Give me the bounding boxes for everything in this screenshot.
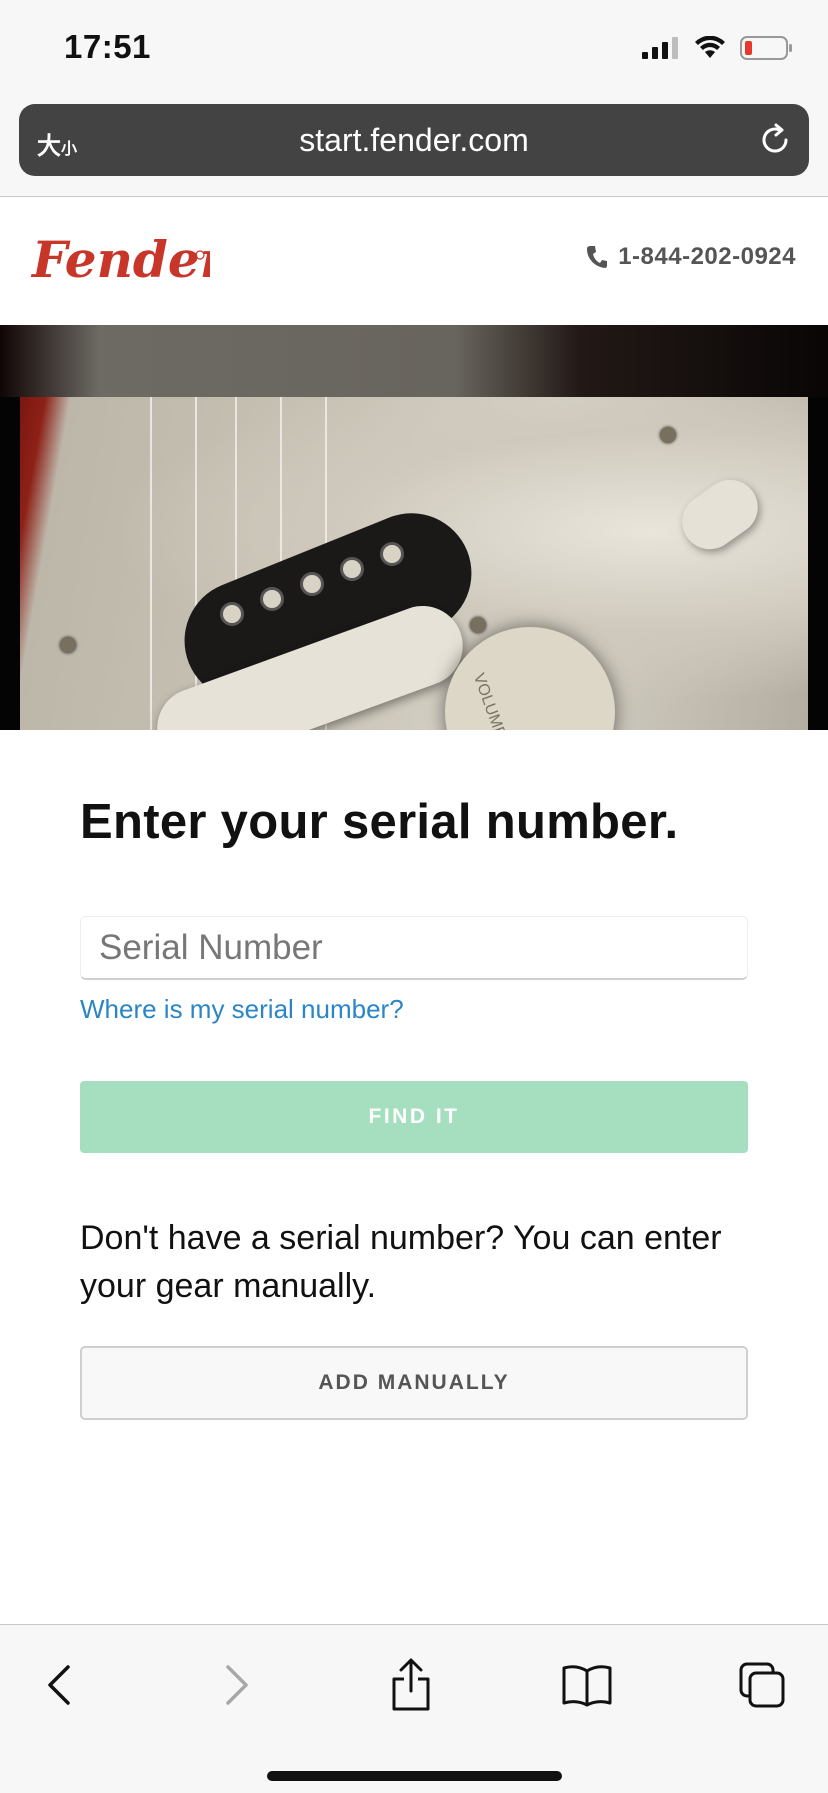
switch-tip bbox=[671, 469, 769, 560]
bookmarks-button[interactable] bbox=[552, 1655, 622, 1715]
serial-help-link[interactable]: Where is my serial number? bbox=[80, 994, 404, 1025]
hero-photo: VOLUME bbox=[20, 397, 808, 730]
wifi-icon bbox=[695, 36, 725, 58]
address-bar[interactable]: 大小 start.fender.com bbox=[19, 104, 809, 176]
status-time: 17:51 bbox=[64, 28, 151, 65]
tabs-button[interactable] bbox=[727, 1655, 797, 1715]
home-indicator[interactable] bbox=[267, 1771, 562, 1781]
back-icon bbox=[48, 1665, 70, 1705]
phone-number: 1-844-202-0924 bbox=[618, 243, 796, 270]
bookmarks-icon bbox=[562, 1665, 612, 1707]
browser-toolbar bbox=[0, 1624, 828, 1793]
share-icon bbox=[392, 1658, 430, 1711]
status-bar: 17:51 bbox=[0, 0, 828, 100]
forward-icon bbox=[226, 1665, 248, 1705]
fender-logo[interactable]: Fender bbox=[30, 225, 210, 297]
knob-text: VOLUME bbox=[469, 671, 509, 730]
status-icons bbox=[642, 36, 794, 60]
browser-address-area: 大小 start.fender.com bbox=[0, 100, 828, 197]
phone-link[interactable]: 1-844-202-0924 bbox=[586, 243, 796, 271]
fender-logo-text: Fender bbox=[30, 230, 210, 289]
page-title: Enter your serial number. bbox=[80, 795, 679, 849]
site-header: Fender 1-844-202-0924 bbox=[0, 197, 828, 325]
url-text[interactable]: start.fender.com bbox=[19, 122, 809, 159]
find-it-button[interactable]: FIND IT bbox=[80, 1081, 748, 1153]
hero-guitar-image: VOLUME bbox=[0, 325, 828, 730]
reload-icon[interactable] bbox=[757, 122, 793, 158]
share-button[interactable] bbox=[376, 1655, 446, 1715]
tabs-icon bbox=[739, 1662, 785, 1708]
cellular-signal-icon bbox=[642, 37, 678, 59]
volume-knob: VOLUME bbox=[445, 627, 615, 730]
hero-top-strip bbox=[0, 325, 828, 397]
phone-icon bbox=[587, 246, 608, 268]
back-button[interactable] bbox=[24, 1655, 94, 1715]
forward-button[interactable] bbox=[202, 1655, 272, 1715]
battery-low-icon bbox=[740, 36, 792, 60]
add-manually-button[interactable]: ADD MANUALLY bbox=[80, 1346, 748, 1420]
serial-number-input[interactable] bbox=[80, 916, 748, 980]
manual-entry-text: Don't have a serial number? You can ente… bbox=[80, 1219, 722, 1305]
